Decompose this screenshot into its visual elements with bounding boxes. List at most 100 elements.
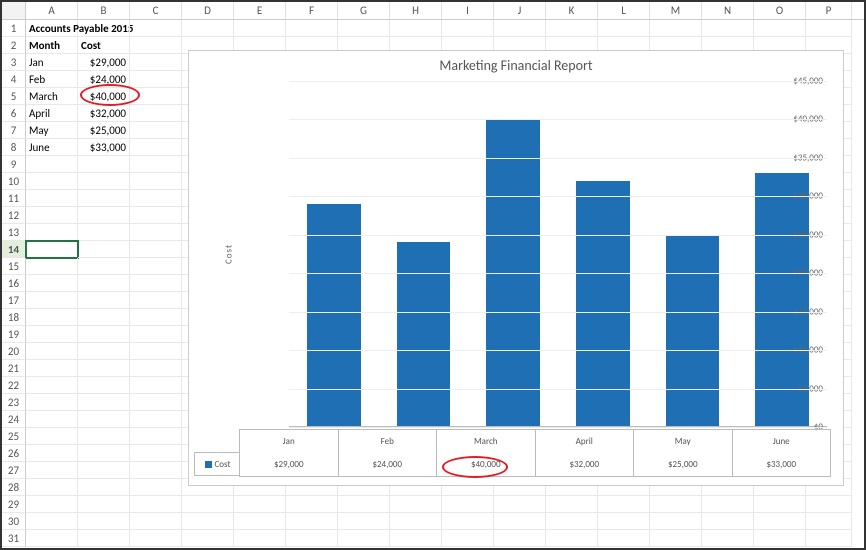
cell[interactable] bbox=[338, 513, 390, 530]
cell[interactable] bbox=[598, 20, 650, 37]
cell[interactable] bbox=[234, 496, 286, 513]
cell[interactable] bbox=[806, 530, 852, 547]
cell[interactable] bbox=[26, 173, 78, 190]
cell[interactable] bbox=[130, 173, 182, 190]
cell[interactable]: March bbox=[26, 88, 78, 105]
cell[interactable] bbox=[78, 343, 130, 360]
cell[interactable] bbox=[546, 513, 598, 530]
cell[interactable]: $32,000 bbox=[78, 105, 130, 122]
cell[interactable] bbox=[130, 224, 182, 241]
cell[interactable] bbox=[78, 530, 130, 547]
cell[interactable] bbox=[650, 530, 702, 547]
cell[interactable] bbox=[78, 190, 130, 207]
cell[interactable] bbox=[26, 479, 78, 496]
cell[interactable] bbox=[130, 411, 182, 428]
row-header[interactable]: 12 bbox=[2, 207, 26, 224]
cell[interactable] bbox=[130, 54, 182, 71]
cell[interactable] bbox=[754, 20, 806, 37]
cell[interactable] bbox=[130, 479, 182, 496]
cell[interactable] bbox=[598, 496, 650, 513]
cell[interactable] bbox=[234, 20, 286, 37]
cell[interactable] bbox=[26, 428, 78, 445]
cell[interactable] bbox=[338, 20, 390, 37]
cell[interactable] bbox=[78, 462, 130, 479]
cell[interactable] bbox=[26, 190, 78, 207]
cell[interactable] bbox=[182, 20, 234, 37]
cell[interactable] bbox=[494, 530, 546, 547]
cell[interactable] bbox=[26, 309, 78, 326]
cell[interactable] bbox=[338, 530, 390, 547]
cell[interactable] bbox=[806, 496, 852, 513]
row-header[interactable]: 31 bbox=[2, 530, 26, 547]
cell[interactable] bbox=[78, 445, 130, 462]
row-header[interactable]: 10 bbox=[2, 173, 26, 190]
cell[interactable] bbox=[130, 190, 182, 207]
cell[interactable] bbox=[546, 496, 598, 513]
cell[interactable] bbox=[390, 496, 442, 513]
cell[interactable] bbox=[26, 292, 78, 309]
bar[interactable] bbox=[307, 204, 361, 427]
cell[interactable] bbox=[130, 122, 182, 139]
cell[interactable] bbox=[78, 496, 130, 513]
cell[interactable] bbox=[26, 241, 78, 258]
row-header[interactable]: 23 bbox=[2, 394, 26, 411]
cell[interactable] bbox=[26, 411, 78, 428]
cell[interactable] bbox=[26, 275, 78, 292]
cell[interactable] bbox=[26, 513, 78, 530]
cell[interactable] bbox=[26, 445, 78, 462]
cell[interactable]: Feb bbox=[26, 71, 78, 88]
bar[interactable] bbox=[666, 235, 720, 427]
cell[interactable] bbox=[130, 343, 182, 360]
cell[interactable] bbox=[78, 292, 130, 309]
cell[interactable] bbox=[78, 428, 130, 445]
cell[interactable] bbox=[78, 173, 130, 190]
cell[interactable] bbox=[26, 360, 78, 377]
cell[interactable] bbox=[494, 496, 546, 513]
cell[interactable] bbox=[286, 20, 338, 37]
row-header[interactable]: 22 bbox=[2, 377, 26, 394]
row-header[interactable]: 14 bbox=[2, 241, 26, 258]
column-header[interactable]: O bbox=[754, 2, 806, 19]
row-header[interactable]: 5 bbox=[2, 88, 26, 105]
cell[interactable] bbox=[26, 258, 78, 275]
cell[interactable] bbox=[130, 445, 182, 462]
cell[interactable] bbox=[130, 309, 182, 326]
cell[interactable] bbox=[78, 360, 130, 377]
cell[interactable]: May bbox=[26, 122, 78, 139]
cell[interactable]: $33,000 bbox=[78, 139, 130, 156]
cell[interactable] bbox=[130, 156, 182, 173]
row-header[interactable]: 25 bbox=[2, 428, 26, 445]
cell[interactable] bbox=[442, 20, 494, 37]
cell[interactable] bbox=[26, 207, 78, 224]
cell[interactable] bbox=[702, 496, 754, 513]
cell[interactable]: $29,000 bbox=[78, 54, 130, 71]
cell[interactable] bbox=[130, 496, 182, 513]
column-header[interactable]: I bbox=[442, 2, 494, 19]
row-header[interactable]: 18 bbox=[2, 309, 26, 326]
cell[interactable]: Month bbox=[26, 37, 78, 54]
cell[interactable] bbox=[338, 496, 390, 513]
column-header[interactable]: M bbox=[650, 2, 702, 19]
cell[interactable] bbox=[78, 156, 130, 173]
cell[interactable] bbox=[130, 139, 182, 156]
column-header[interactable]: K bbox=[546, 2, 598, 19]
cell[interactable] bbox=[130, 88, 182, 105]
row-header[interactable]: 1 bbox=[2, 20, 26, 37]
column-header[interactable]: F bbox=[286, 2, 338, 19]
cell[interactable] bbox=[130, 377, 182, 394]
row-header[interactable]: 30 bbox=[2, 513, 26, 530]
cell[interactable] bbox=[234, 530, 286, 547]
cell[interactable] bbox=[702, 530, 754, 547]
cell[interactable] bbox=[78, 258, 130, 275]
cell[interactable]: April bbox=[26, 105, 78, 122]
cell[interactable] bbox=[494, 20, 546, 37]
row-header[interactable]: 7 bbox=[2, 122, 26, 139]
cell[interactable] bbox=[78, 309, 130, 326]
cell[interactable] bbox=[182, 496, 234, 513]
cell[interactable] bbox=[130, 513, 182, 530]
cell[interactable]: Jan bbox=[26, 54, 78, 71]
row-header[interactable]: 19 bbox=[2, 326, 26, 343]
cell[interactable] bbox=[78, 275, 130, 292]
row-header[interactable]: 29 bbox=[2, 496, 26, 513]
cell[interactable] bbox=[650, 20, 702, 37]
